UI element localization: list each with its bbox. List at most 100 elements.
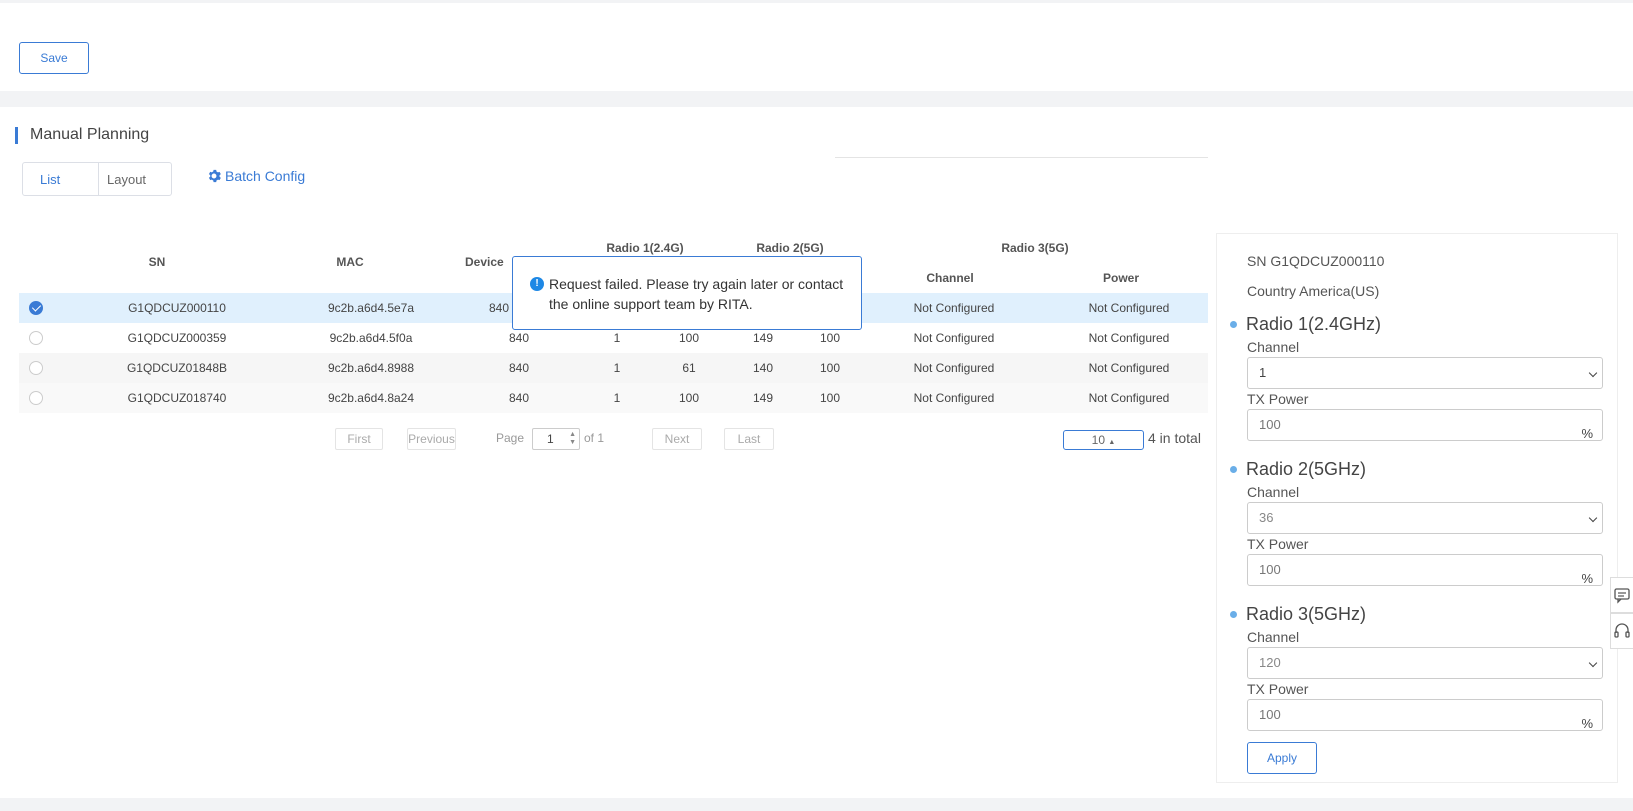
page-size-value: 10 xyxy=(1091,433,1106,447)
cell-r2-power: 100 xyxy=(819,391,841,405)
percent-unit: % xyxy=(1581,716,1593,731)
chat-icon xyxy=(1614,588,1630,604)
pager-page-label: Page xyxy=(496,431,525,445)
table-row[interactable]: G1QDCUZ01848B 9c2b.a6d4.8988 840 1 61 14… xyxy=(19,353,1208,383)
toast-message: Request failed. Please try again later o… xyxy=(549,276,844,312)
percent-unit: % xyxy=(1581,571,1593,586)
feedback-tab[interactable] xyxy=(1610,577,1633,613)
cell-r2-power: 100 xyxy=(819,361,841,375)
radio2-channel-select[interactable]: 36 xyxy=(1247,502,1603,534)
panel-sn: SN G1QDCUZ000110 xyxy=(1247,253,1385,269)
tab-layout[interactable]: Layout xyxy=(99,163,146,195)
page-number-value: 1 xyxy=(547,432,554,446)
radio2-title: Radio 2(5GHz) xyxy=(1246,459,1367,479)
pager-last-button[interactable]: Last xyxy=(724,428,774,450)
error-toast: ! Request failed. Please try again later… xyxy=(512,256,862,330)
cell-device: 840 xyxy=(508,361,530,375)
radio1-channel-select[interactable]: 1 xyxy=(1247,357,1603,389)
view-toggle: List Layout xyxy=(22,162,172,196)
radio3-channel-value: 120 xyxy=(1259,655,1281,670)
cell-r1-power: 61 xyxy=(682,361,696,375)
radio1-channel-label: Channel xyxy=(1247,339,1300,355)
row-select-radio[interactable] xyxy=(29,391,43,405)
cell-mac: 9c2b.a6d4.5f0a xyxy=(329,331,413,345)
support-tab[interactable] xyxy=(1610,613,1633,649)
col-header-radio2: Radio 2(5G) xyxy=(756,241,824,255)
radio2-tx-input[interactable]: 100 % xyxy=(1247,554,1603,586)
row-select-radio[interactable] xyxy=(29,301,43,315)
cell-r2-channel: 140 xyxy=(752,361,774,375)
section-title: Manual Planning xyxy=(30,126,150,143)
apply-button[interactable]: Apply xyxy=(1247,742,1317,774)
cell-r3-channel: Not Configured xyxy=(913,301,995,315)
cell-mac: 9c2b.a6d4.5e7a xyxy=(327,301,415,315)
radio1-tx-input[interactable]: 100 % xyxy=(1247,409,1603,441)
cell-r3-channel: Not Configured xyxy=(913,391,995,405)
cell-r3-power: Not Configured xyxy=(1088,301,1170,315)
caret-up-icon: ▲ xyxy=(1108,439,1116,446)
tab-list[interactable]: List xyxy=(23,163,99,195)
radio3-channel-label: Channel xyxy=(1247,629,1300,645)
col-header-radio3-channel: Channel xyxy=(926,271,974,285)
row-select-radio[interactable] xyxy=(29,361,43,375)
radio3-heading: Radio 3(5GHz) xyxy=(1230,604,1366,625)
chevron-down-icon xyxy=(1588,513,1598,523)
radio2-channel-label: Channel xyxy=(1247,484,1300,500)
cell-sn: G1QDCUZ000359 xyxy=(127,331,227,345)
total-count: 4 in total xyxy=(1148,430,1201,446)
gear-icon xyxy=(208,169,221,183)
cell-r2-channel: 149 xyxy=(752,391,774,405)
radio2-heading: Radio 2(5GHz) xyxy=(1230,459,1366,480)
radio1-heading: Radio 1(2.4GHz) xyxy=(1230,314,1381,335)
cell-sn: G1QDCUZ01848B xyxy=(126,361,228,375)
radio2-channel-value: 36 xyxy=(1259,510,1274,525)
radio-config-panel: SN G1QDCUZ000110 Country America(US) Rad… xyxy=(1216,233,1618,783)
cell-r3-channel: Not Configured xyxy=(913,331,995,345)
page-number-input[interactable]: 1 ▲ ▼ xyxy=(532,428,580,450)
page-size-select[interactable]: 10 ▲ xyxy=(1063,430,1144,450)
batch-config-label: Batch Config xyxy=(225,168,306,184)
cell-device: 840 xyxy=(508,391,530,405)
save-button[interactable]: Save xyxy=(19,42,89,74)
col-header-radio3: Radio 3(5G) xyxy=(1001,241,1069,255)
table-row[interactable]: G1QDCUZ018740 9c2b.a6d4.8a24 840 1 100 1… xyxy=(19,383,1208,413)
col-header-device: Device xyxy=(465,255,504,269)
radio1-tx-value: 100 xyxy=(1259,417,1281,432)
cell-r3-channel: Not Configured xyxy=(913,361,995,375)
stepper-icon[interactable]: ▲ ▼ xyxy=(569,431,576,447)
radio3-title: Radio 3(5GHz) xyxy=(1246,604,1367,624)
radio3-tx-label: TX Power xyxy=(1247,681,1309,697)
cell-sn: G1QDCUZ018740 xyxy=(127,391,227,405)
col-header-radio3-power: Power xyxy=(1102,271,1139,285)
radio1-title: Radio 1(2.4GHz) xyxy=(1246,314,1382,334)
percent-unit: % xyxy=(1581,426,1593,441)
cell-r3-power: Not Configured xyxy=(1088,361,1170,375)
batch-config-link[interactable]: Batch Config xyxy=(207,168,305,184)
radio2-tx-value: 100 xyxy=(1259,562,1281,577)
radio3-tx-input[interactable]: 100 % xyxy=(1247,699,1603,731)
pager-first-button[interactable]: First xyxy=(335,428,383,450)
chevron-down-icon xyxy=(1588,658,1598,668)
radio2-tx-label: TX Power xyxy=(1247,536,1309,552)
top-toolbar-card: Save xyxy=(0,3,1633,91)
cell-mac: 9c2b.a6d4.8988 xyxy=(327,361,415,375)
pager-next-button[interactable]: Next xyxy=(652,428,702,450)
radio3-channel-select[interactable]: 120 xyxy=(1247,647,1603,679)
cell-r1-channel: 1 xyxy=(613,391,621,405)
section-accent-bar xyxy=(15,127,18,144)
cell-r1-channel: 1 xyxy=(613,361,621,375)
panel-country: Country America(US) xyxy=(1247,283,1380,299)
headset-icon xyxy=(1614,623,1630,638)
pager-of-label: of 1 xyxy=(584,431,605,445)
info-icon: ! xyxy=(530,277,544,291)
row-select-radio[interactable] xyxy=(29,331,43,345)
cell-r1-power: 100 xyxy=(678,391,700,405)
col-header-sn: SN xyxy=(148,255,166,269)
pager-previous-button[interactable]: Previous xyxy=(407,428,456,450)
radio1-channel-value: 1 xyxy=(1259,365,1267,380)
cell-r3-power: Not Configured xyxy=(1088,331,1170,345)
col-header-radio1: Radio 1(2.4G) xyxy=(606,241,684,255)
cell-mac: 9c2b.a6d4.8a24 xyxy=(327,391,415,405)
bullet-icon xyxy=(1230,611,1237,618)
cell-r3-power: Not Configured xyxy=(1088,391,1170,405)
